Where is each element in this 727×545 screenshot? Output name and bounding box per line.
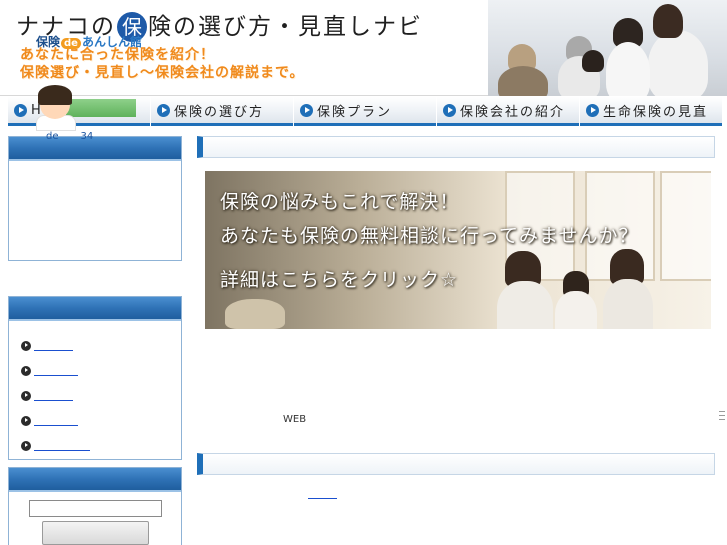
sidebar-link[interactable] bbox=[34, 441, 90, 451]
arrow-circle-icon bbox=[21, 365, 31, 376]
tagline-secondary: 保険選び・見直し〜保険会社の解説まで。 bbox=[20, 65, 305, 81]
nav-item-life-insurance-review[interactable]: 生命保険の見直 bbox=[580, 97, 722, 126]
sidebar-banner-box bbox=[8, 136, 182, 261]
arrow-circle-icon bbox=[21, 340, 31, 351]
arrow-circle-icon bbox=[300, 103, 313, 117]
sidebar-link[interactable] bbox=[34, 366, 78, 376]
logo-text: あんしん館 bbox=[81, 35, 142, 49]
list-item bbox=[21, 383, 90, 408]
arrow-circle-icon bbox=[21, 390, 31, 401]
nav-item-label: 保険プラン bbox=[317, 104, 393, 120]
section-heading-bar bbox=[197, 453, 715, 475]
sidebar-search-box bbox=[8, 467, 182, 545]
list-item bbox=[21, 408, 90, 433]
caption-text: de bbox=[46, 131, 59, 142]
content-link[interactable] bbox=[308, 488, 337, 499]
sidebar-link-list bbox=[21, 333, 90, 458]
sidebar-link[interactable] bbox=[34, 341, 73, 351]
sidebar-box-header bbox=[9, 468, 181, 492]
family-photo bbox=[488, 0, 727, 96]
anshinkan-logo[interactable]: 保険 de あんしん館 bbox=[36, 33, 142, 50]
consultant-mascot-image[interactable] bbox=[36, 85, 136, 131]
banner-call-to-action: 詳細はこちらをクリック☆ bbox=[220, 269, 459, 291]
logo-text: 保険 bbox=[36, 35, 61, 49]
nav-item-how-to-choose[interactable]: 保険の選び方 bbox=[151, 97, 293, 126]
sidebar-link[interactable] bbox=[34, 416, 78, 426]
web-label: WEB bbox=[283, 414, 307, 425]
banner-subheadline: あなたも保険の無料相談に行ってみませんか？ bbox=[220, 225, 639, 247]
banner-headline: 保険の悩みもこれで解決！ bbox=[220, 191, 460, 213]
site-title-part: 険の選び方・見直しナビ bbox=[148, 14, 423, 40]
nav-item-label: 保険会社の紹介 bbox=[460, 104, 566, 120]
sidebar-box-header bbox=[9, 297, 181, 321]
nav-item-label: 保険の選び方 bbox=[174, 104, 265, 120]
section-heading-bar bbox=[197, 136, 715, 158]
nav-item-companies[interactable]: 保険会社の紹介 bbox=[437, 97, 579, 126]
arrow-circle-icon bbox=[586, 103, 599, 117]
mascot-caption: de 34 bbox=[46, 131, 115, 142]
consultation-banner[interactable]: 保険の悩みもこれで解決！ あなたも保険の無料相談に行ってみませんか？ 詳細はこち… bbox=[205, 171, 711, 329]
logo-badge: de bbox=[61, 38, 81, 49]
search-button[interactable] bbox=[42, 521, 149, 545]
arrow-circle-icon bbox=[157, 103, 170, 117]
list-item bbox=[21, 433, 90, 458]
scrollbar-grip[interactable] bbox=[717, 408, 727, 426]
sidebar-menu-box bbox=[8, 296, 182, 460]
arrow-circle-icon bbox=[21, 415, 31, 426]
nav-item-insurance-plans[interactable]: 保険プラン bbox=[294, 97, 436, 126]
list-item bbox=[21, 333, 90, 358]
arrow-circle-icon bbox=[443, 103, 456, 117]
sidebar-link[interactable] bbox=[34, 391, 73, 401]
search-input[interactable] bbox=[29, 500, 162, 517]
arrow-circle-icon bbox=[21, 440, 31, 451]
caption-number: 34 bbox=[80, 131, 94, 142]
arrow-circle-icon bbox=[14, 103, 27, 117]
nav-item-label: 生命保険の見直 bbox=[603, 104, 709, 120]
page: ナナコの保険の選び方・見直しナビ あなたに合った保険を紹介！ 保険選び・見直し〜… bbox=[0, 0, 727, 545]
list-item bbox=[21, 358, 90, 383]
